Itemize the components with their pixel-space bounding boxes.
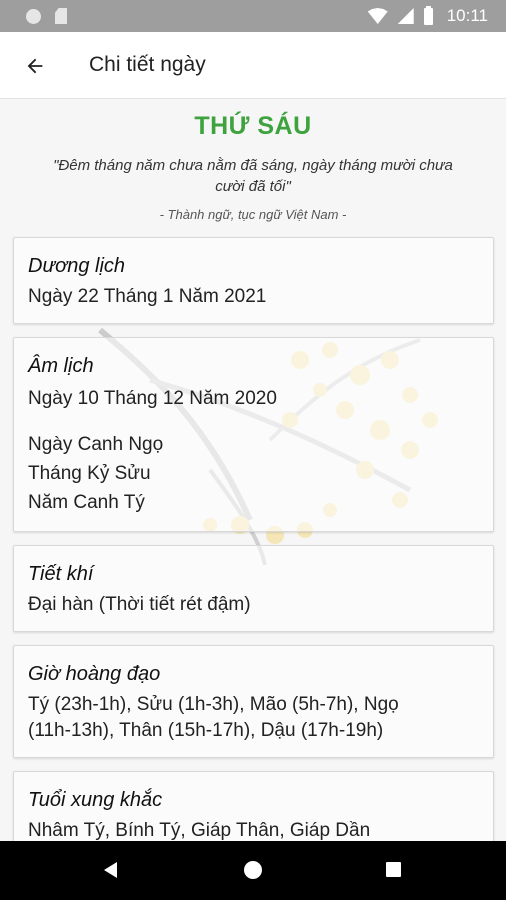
lunar-date-value: Ngày 10 Tháng 12 Năm 2020 (28, 388, 277, 409)
arrow-left-icon (27, 58, 43, 74)
system-nav-bar (0, 841, 506, 900)
app-bar: Chi tiết ngày (0, 32, 506, 99)
card-title: Tuổi xung khắc (28, 789, 163, 811)
sd-card-icon (55, 8, 67, 24)
card-title: Giờ hoàng đạo (28, 663, 161, 685)
lucky-hours-line-2: (11h-13h), Thân (15h-17h), Dậu (17h-19h) (28, 720, 384, 741)
nav-back-icon[interactable] (104, 862, 117, 878)
day-detail-content[interactable]: THỨ SÁU "Đêm tháng năm chưa nằm đã sáng,… (0, 100, 506, 841)
card-title: Tiết khí (28, 563, 94, 585)
back-button[interactable] (18, 49, 52, 83)
conflict-ages-value: Nhâm Tý, Bính Tý, Giáp Thân, Giáp Dần (28, 820, 371, 841)
lucky-hours-line-1: Tý (23h-1h), Sửu (1h-3h), Mão (5h-7h), N… (28, 694, 399, 715)
lunar-date-card: Âm lịch Ngày 10 Tháng 12 Năm 2020 Ngày C… (13, 337, 494, 532)
solar-term-value: Đại hàn (Thời tiết rét đậm) (28, 594, 251, 615)
solar-date-card: Dương lịch Ngày 22 Tháng 1 Năm 2021 (13, 237, 494, 324)
conflict-ages-card: Tuổi xung khắc Nhâm Tý, Bính Tý, Giáp Th… (13, 771, 494, 841)
signal-icon (397, 8, 414, 24)
can-chi-year: Năm Canh Tý (28, 492, 145, 513)
card-title: Dương lịch (28, 255, 126, 277)
card-title: Âm lịch (28, 355, 94, 377)
weekday-title: THỨ SÁU (194, 112, 312, 140)
status-bar: 10:11 (0, 0, 506, 32)
battery-icon (423, 5, 433, 25)
lucky-hours-card: Giờ hoàng đạo Tý (23h-1h), Sửu (1h-3h), … (13, 645, 494, 758)
can-chi-month: Tháng Kỷ Sửu (28, 463, 151, 484)
proverb-quote: "Đêm tháng năm chưa nằm đã sáng, ngày th… (53, 157, 453, 195)
nav-recents-icon[interactable] (386, 862, 401, 877)
wifi-icon (367, 8, 388, 24)
page-title: Chi tiết ngày (89, 53, 206, 76)
circle-icon (26, 8, 41, 24)
can-chi-day: Ngày Canh Ngọ (28, 434, 164, 455)
status-time: 10:11 (446, 6, 488, 25)
proverb-source: - Thành ngữ, tục ngữ Việt Nam - (159, 207, 347, 222)
nav-home-icon[interactable] (244, 861, 262, 879)
solar-date-value: Ngày 22 Tháng 1 Năm 2021 (28, 286, 267, 307)
solar-term-card: Tiết khí Đại hàn (Thời tiết rét đậm) (13, 545, 494, 632)
